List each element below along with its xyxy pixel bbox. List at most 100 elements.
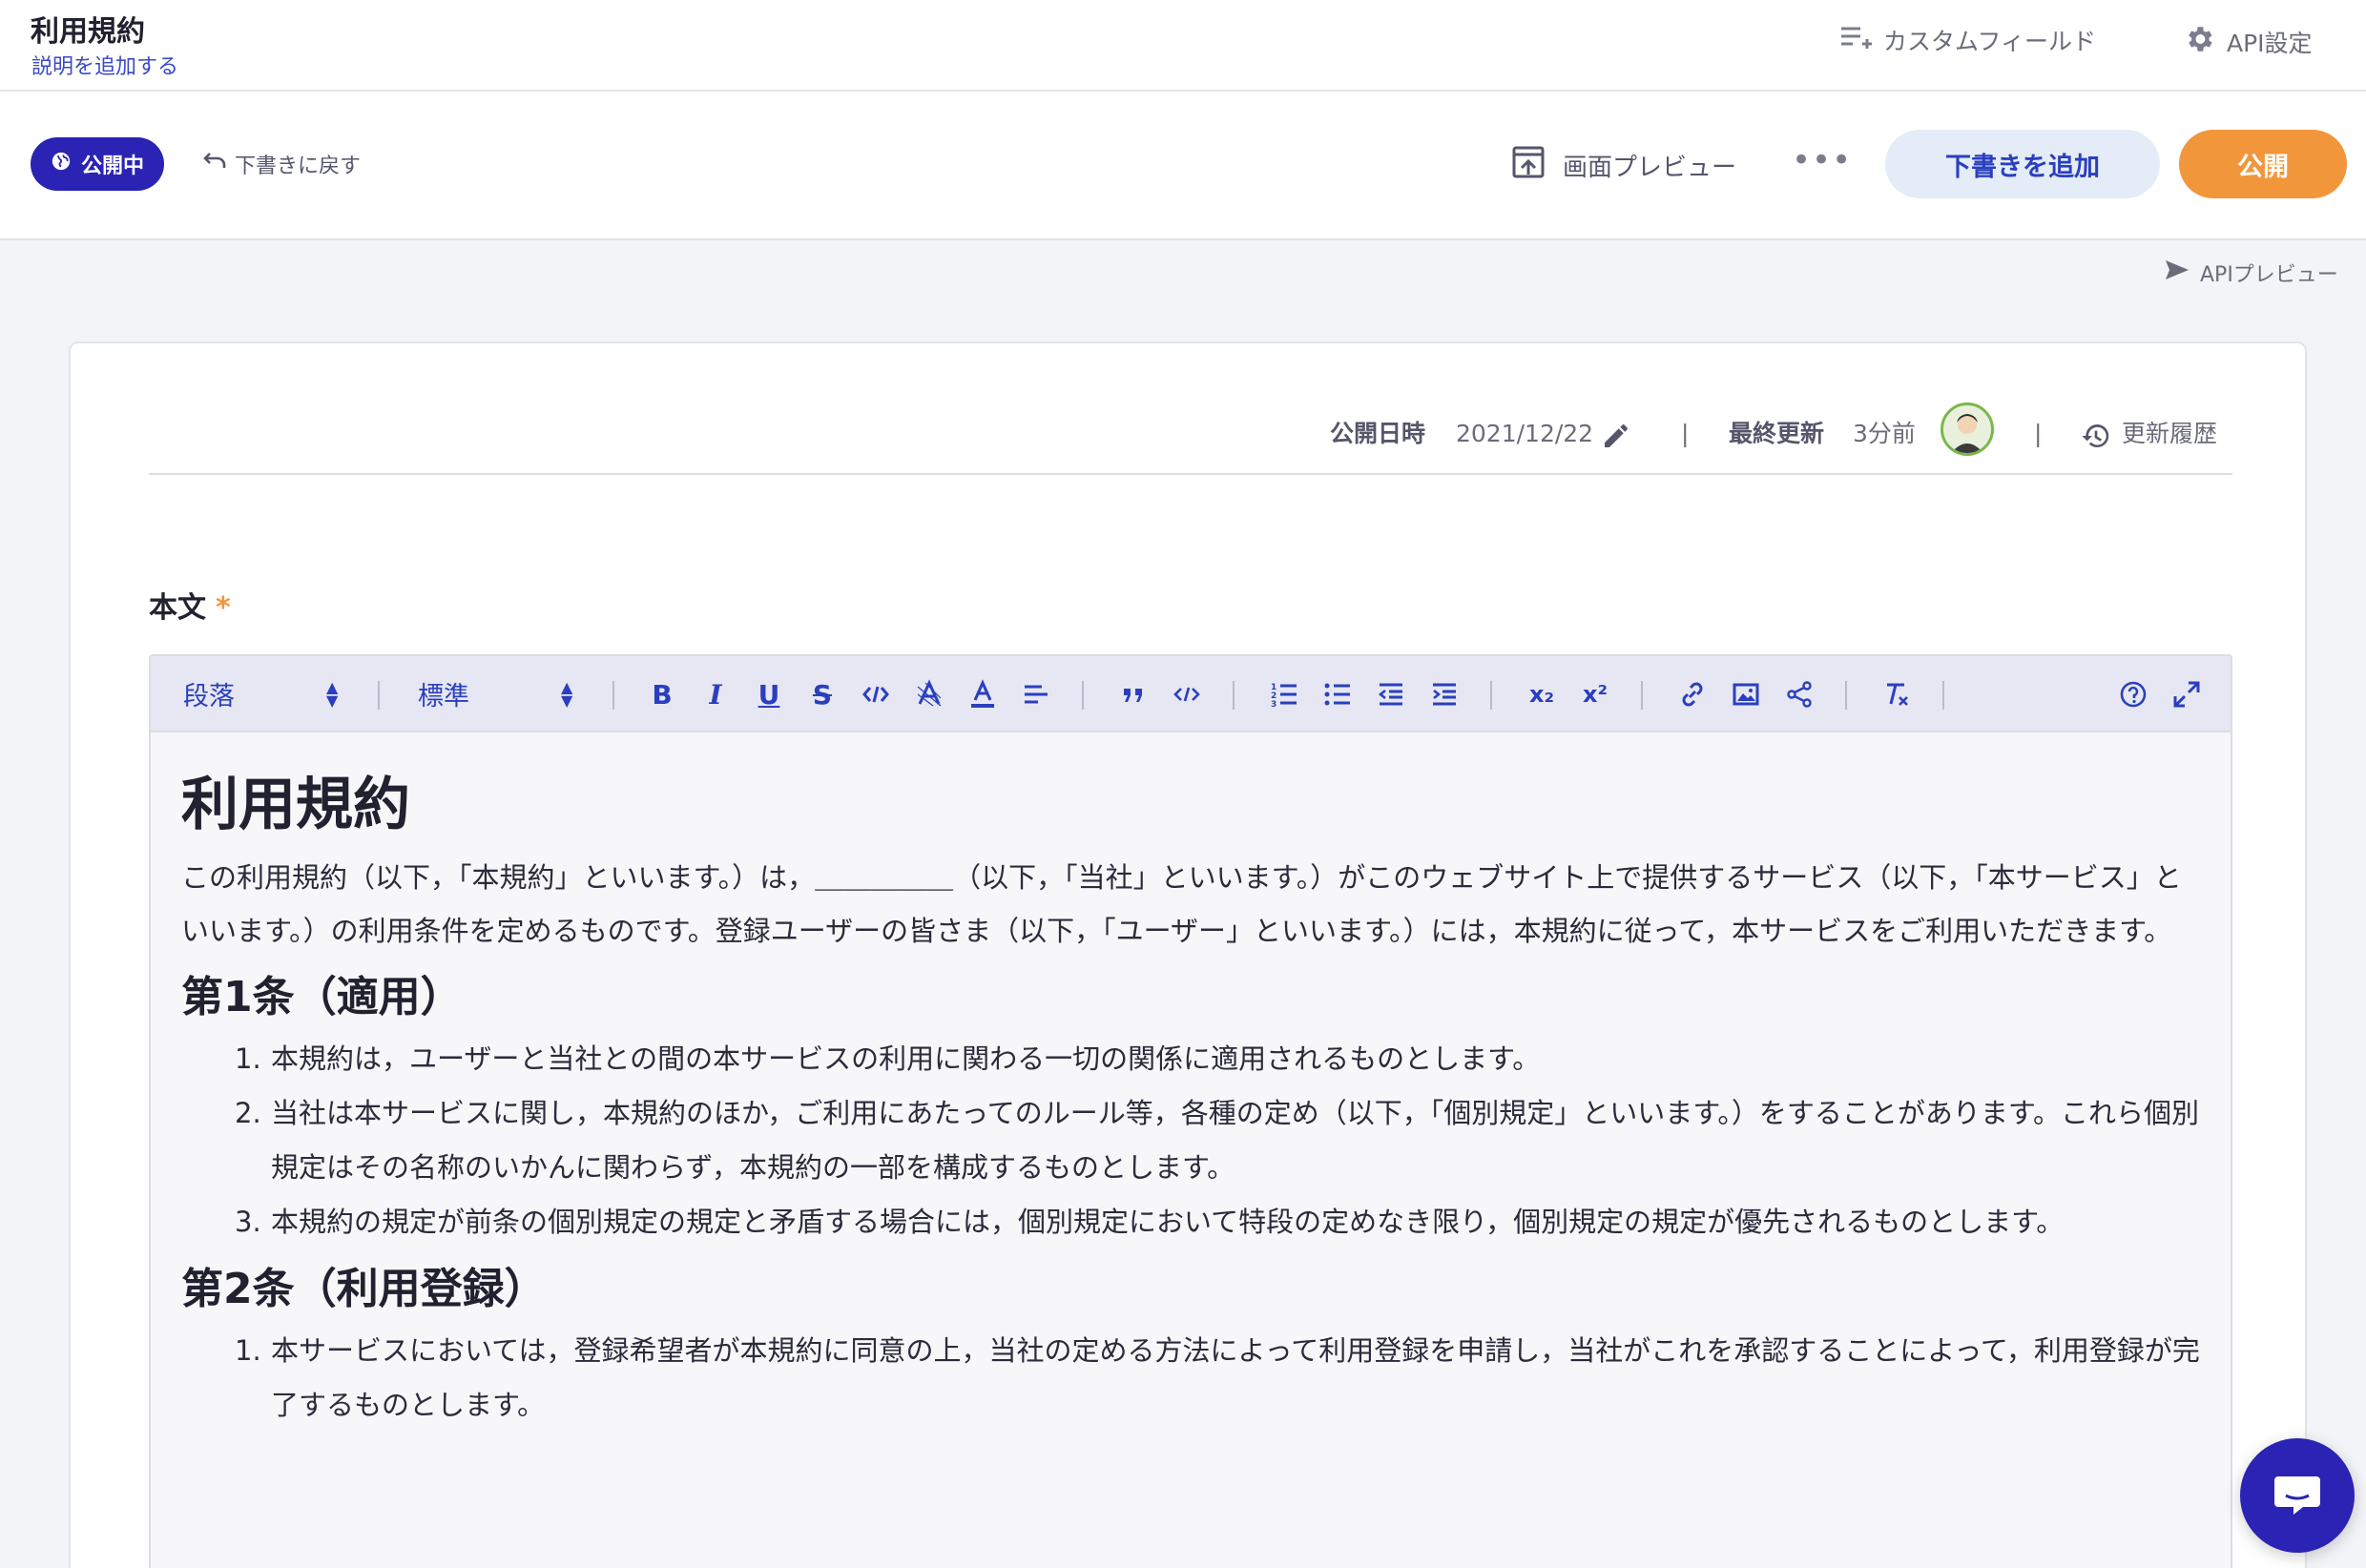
list-number: 2. [235, 1097, 261, 1129]
list-item: 1. 本規約は，ユーザーと当社との間の本サービスの利用に関わる一切の関係に適用され… [235, 1032, 2204, 1086]
inline-code-icon[interactable] [859, 677, 893, 712]
block-format-select[interactable]: 段落 [183, 675, 235, 712]
strikethrough-icon[interactable]: S [805, 677, 840, 712]
toolbar-separator [1233, 681, 1235, 710]
published-value: 2021/12/22 [1456, 420, 1594, 447]
quote-icon[interactable] [1116, 677, 1151, 712]
article-heading: 第2条（利用登録） [181, 1265, 547, 1313]
required-mark: * [216, 591, 231, 625]
article-list: 1. 本規約は，ユーザーと当社との間の本サービスの利用に関わる一切の関係に適用され… [181, 1032, 2204, 1249]
chat-button[interactable] [2240, 1438, 2355, 1553]
font-size-select[interactable]: 標準 [418, 675, 469, 712]
block-format-value: 段落 [183, 682, 235, 712]
status-label: 公開中 [80, 155, 144, 178]
superscript-icon[interactable]: x² [1578, 677, 1612, 712]
content-card: 公開日時 2021/12/22 | 最終更新 3分前 | 更新履歴 本文 * 段落… [69, 341, 2307, 1568]
toolbar-separator [1490, 681, 1492, 710]
custom-field-button[interactable]: カスタムフィールド [1839, 23, 2096, 57]
custom-field-icon [1839, 23, 1872, 57]
action-bar: 公開中 下書きに戻す 画面プレビュー ••• 下書きを追加 公開 [0, 92, 2366, 240]
editor-toolbar: 段落 ▲ ▼ 標準 ▲ ▼ B I U S 1 2 3 x₂ x² [151, 656, 2231, 732]
send-icon [2164, 258, 2190, 287]
toolbar-separator [1641, 681, 1643, 710]
meta-divider [149, 473, 2232, 475]
share-icon[interactable] [1782, 677, 1816, 712]
page-title: 利用規約 [31, 15, 145, 49]
list-text: 当社は本サービスに関し，本規約のほか，ご利用にあたってのルール等，各種の定め（以… [271, 1097, 2200, 1184]
back-to-draft-button[interactable]: 下書きに戻す [202, 149, 361, 179]
status-badge[interactable]: 公開中 [31, 137, 164, 191]
font-size-arrows-icon: ▲ ▼ [561, 678, 573, 710]
preview-icon [1511, 145, 1546, 186]
add-description-link[interactable]: 説明を追加する [31, 50, 178, 80]
outdent-icon[interactable] [1374, 677, 1408, 712]
published-label: 公開日時 [1330, 420, 1426, 447]
list-text: 本規約の規定が前条の個別規定の規定と矛盾する場合には，個別規定において特段の定め… [271, 1206, 2065, 1238]
highlight-icon[interactable] [912, 677, 946, 712]
toolbar-separator [1942, 681, 1944, 710]
list-item: 2. 当社は本サービスに関し，本規約のほか，ご利用にあたってのルール等，各種の定め… [235, 1086, 2204, 1195]
meta-separator-2: | [2034, 420, 2043, 447]
list-item: 3. 本規約の規定が前条の個別規定の規定と矛盾する場合には，個別規定において特段の… [235, 1195, 2204, 1249]
document-title: 利用規約 [181, 772, 410, 838]
api-preview-label: APIプレビュー [2200, 263, 2338, 287]
bold-icon[interactable]: B [645, 677, 679, 712]
toolbar-separator [612, 681, 614, 710]
meta-separator-1: | [1681, 420, 1690, 447]
block-format-arrows-icon: ▲ ▼ [326, 678, 339, 710]
back-to-draft-label: 下書きに戻す [235, 155, 362, 178]
underline-icon[interactable]: U [752, 677, 786, 712]
code-block-icon[interactable] [1170, 677, 1204, 712]
more-menu-button[interactable]: ••• [1792, 141, 1852, 179]
font-size-value: 標準 [418, 682, 469, 712]
updated-value: 3分前 [1853, 420, 1916, 447]
intro-paragraph: この利用規約（以下，「本規約」といいます。）は，＿＿＿＿＿（以下，「当社」といい… [181, 861, 2182, 947]
chat-icon [2271, 1467, 2324, 1524]
api-settings-label: API設定 [2227, 30, 2313, 57]
toolbar-separator [1845, 681, 1847, 710]
history-link[interactable]: 更新履歴 [2122, 410, 2217, 458]
article-heading: 第1条（適用） [181, 973, 463, 1021]
api-settings-button[interactable]: API設定 [2183, 23, 2313, 61]
custom-field-label: カスタムフィールド [1883, 28, 2097, 55]
screen-preview-button[interactable]: 画面プレビュー [1511, 145, 1736, 186]
toolbar-separator [378, 681, 380, 710]
field-label-text: 本文 [149, 591, 206, 625]
list-text: 本サービスにおいては，登録希望者が本規約に同意の上，当社の定める方法によって利用… [271, 1334, 2200, 1421]
image-icon[interactable] [1729, 677, 1763, 712]
list-number: 1. [235, 1042, 261, 1075]
add-draft-button[interactable]: 下書きを追加 [1885, 130, 2160, 198]
clear-format-icon[interactable] [1879, 677, 1914, 712]
gear-icon [2183, 23, 2215, 61]
updated-label: 最終更新 [1729, 420, 1825, 447]
undo-icon [202, 151, 227, 177]
globe-icon [51, 151, 72, 177]
article-list: 1. 本サービスにおいては，登録希望者が本規約に同意の上，当社の定める方法によって… [181, 1324, 2204, 1433]
top-header: 利用規約 説明を追加する カスタムフィールド API設定 [0, 0, 2366, 92]
editor-content[interactable]: 利用規約 この利用規約（以下，「本規約」といいます。）は，＿＿＿＿＿（以下，「当… [181, 767, 2204, 1433]
list-text: 本規約は，ユーザーと当社との間の本サービスの利用に関わる一切の関係に適用されるも… [271, 1042, 1541, 1075]
list-number: 1. [235, 1334, 261, 1367]
api-preview-button[interactable]: APIプレビュー [2164, 258, 2338, 288]
history-icon [2080, 420, 2112, 467]
list-item: 1. 本サービスにおいては，登録希望者が本規約に同意の上，当社の定める方法によって… [235, 1324, 2204, 1433]
italic-icon[interactable]: I [698, 677, 733, 712]
field-label: 本文 * [149, 584, 231, 626]
subscript-icon[interactable]: x₂ [1525, 677, 1559, 712]
publish-button[interactable]: 公開 [2179, 130, 2347, 198]
toolbar-separator [1082, 681, 1084, 710]
text-color-icon[interactable] [965, 677, 1000, 712]
pencil-icon[interactable] [1601, 420, 1631, 467]
svg-text:3: 3 [1271, 700, 1276, 710]
avatar [1941, 402, 1994, 456]
align-left-icon[interactable] [1019, 677, 1053, 712]
list-number: 3. [235, 1206, 261, 1238]
ordered-list-icon[interactable]: 123 [1267, 677, 1301, 712]
fullscreen-icon[interactable] [2169, 677, 2204, 712]
bullet-list-icon[interactable] [1320, 677, 1355, 712]
help-icon[interactable] [2116, 677, 2150, 712]
rich-text-editor[interactable]: 段落 ▲ ▼ 標準 ▲ ▼ B I U S 1 2 3 x₂ x² 利用規約 こ… [149, 654, 2232, 1568]
link-icon[interactable] [1675, 677, 1710, 712]
indent-icon[interactable] [1427, 677, 1462, 712]
screen-preview-label: 画面プレビュー [1563, 154, 1737, 182]
